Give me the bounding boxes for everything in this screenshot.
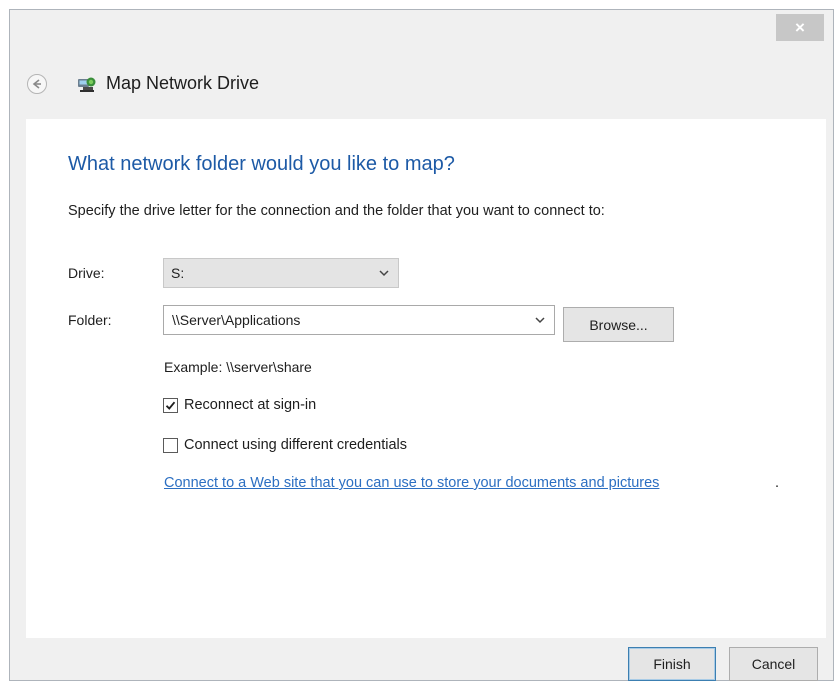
cancel-button[interactable]: Cancel xyxy=(729,647,818,681)
back-arrow-icon xyxy=(32,79,41,89)
chevron-down-icon[interactable] xyxy=(534,313,546,327)
example-text: Example: \\server\share xyxy=(164,359,312,375)
map-network-drive-dialog: × Map Network Drive What network folder … xyxy=(9,9,834,681)
finish-button[interactable]: Finish xyxy=(628,647,716,681)
credentials-checkbox[interactable] xyxy=(163,437,178,453)
folder-combobox[interactable] xyxy=(163,305,555,335)
web-link-period: . xyxy=(775,475,780,491)
instructions-text: Specify the drive letter for the connect… xyxy=(68,203,605,219)
folder-input[interactable] xyxy=(164,306,524,334)
browse-button[interactable]: Browse... xyxy=(563,307,674,342)
network-drive-icon xyxy=(78,77,96,92)
web-site-link[interactable]: Connect to a Web site that you can use t… xyxy=(164,475,659,491)
window-title: Map Network Drive xyxy=(106,73,260,93)
drive-select-value: S: xyxy=(171,265,185,281)
credentials-option[interactable]: Connect using different credentials xyxy=(163,436,407,454)
page-heading: What network folder would you like to ma… xyxy=(68,153,455,175)
close-icon: × xyxy=(795,17,805,37)
drive-select[interactable]: S: xyxy=(163,258,399,288)
reconnect-option[interactable]: Reconnect at sign-in xyxy=(163,396,316,414)
checkmark-icon xyxy=(165,401,176,410)
folder-label: Folder: xyxy=(68,312,112,328)
chevron-down-icon xyxy=(379,270,389,277)
reconnect-label: Reconnect at sign-in xyxy=(184,397,317,413)
content-panel: What network folder would you like to ma… xyxy=(26,119,826,638)
close-button[interactable]: × xyxy=(776,14,824,41)
back-button[interactable] xyxy=(27,74,47,94)
credentials-label: Connect using different credentials xyxy=(184,437,408,453)
reconnect-checkbox[interactable] xyxy=(163,397,178,413)
drive-label: Drive: xyxy=(68,265,105,281)
